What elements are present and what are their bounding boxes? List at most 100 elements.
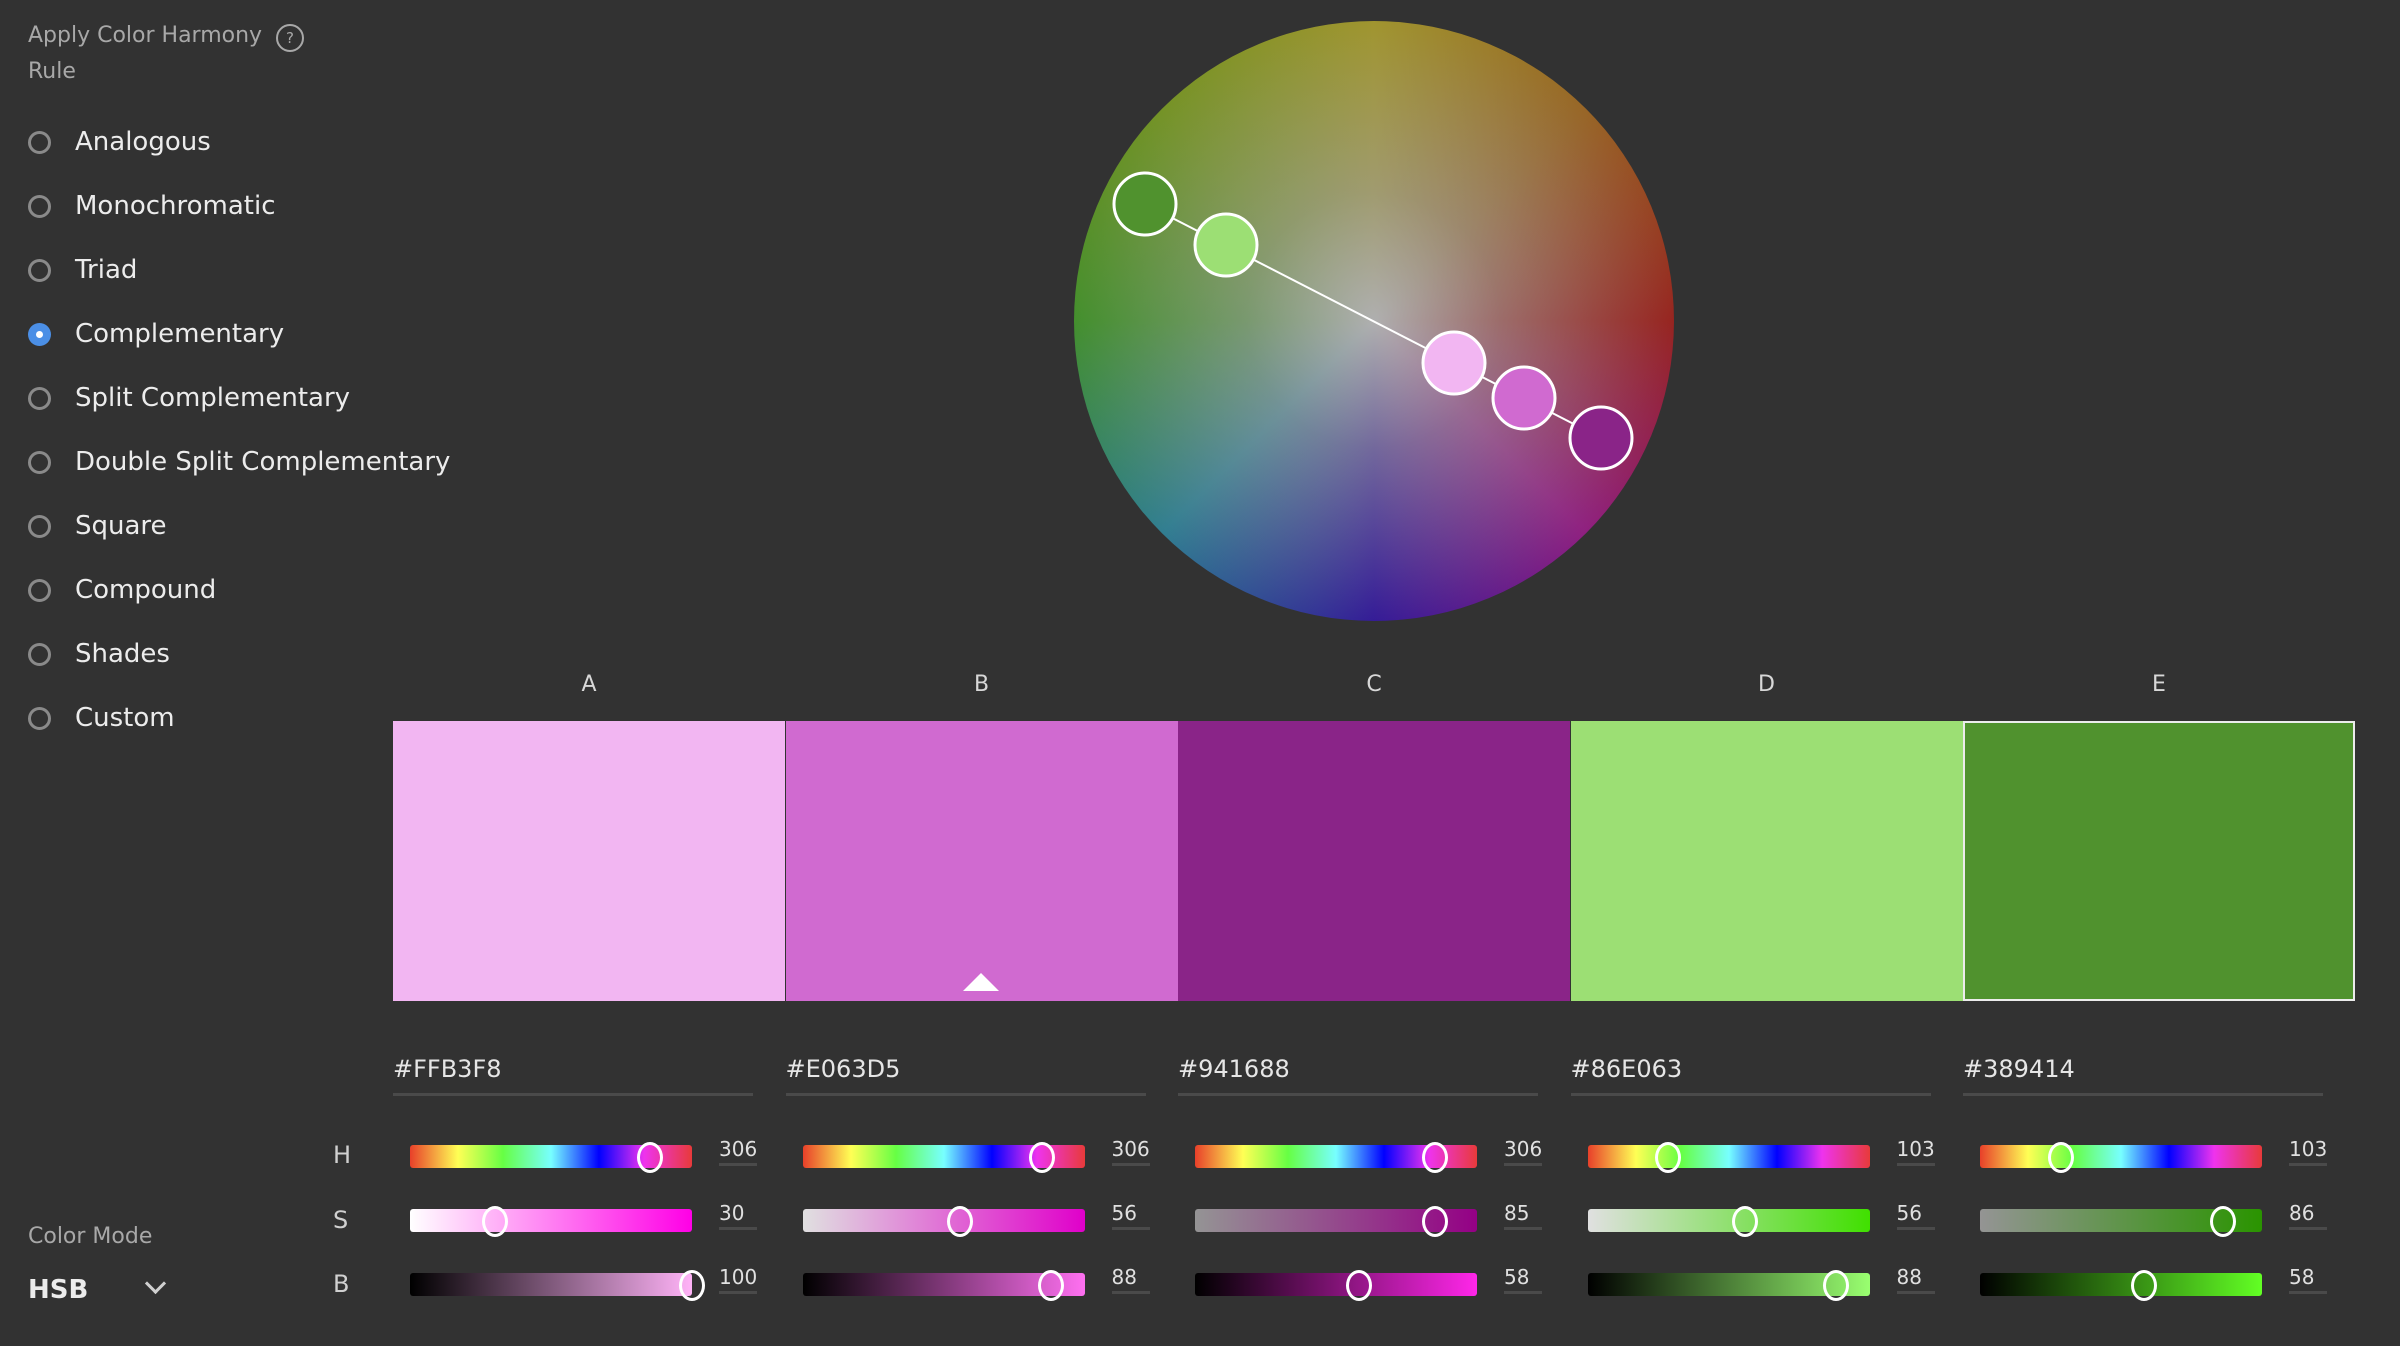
color-swatch-e[interactable] <box>1963 721 2355 1001</box>
slider-s-e[interactable] <box>1980 1206 2262 1237</box>
radio-split-complementary[interactable]: Split Complementary <box>28 378 350 418</box>
question-circle-icon[interactable]: ? <box>276 24 304 52</box>
radio-complementary[interactable]: Complementary <box>28 314 284 354</box>
row-label-h: H <box>333 1141 352 1169</box>
radio-button-icon[interactable] <box>28 322 51 346</box>
slider-thumb[interactable] <box>947 1206 974 1237</box>
color-wheel[interactable] <box>1074 21 1674 621</box>
value-b-b[interactable]: 88 <box>1111 1265 1150 1294</box>
swatch-label: D <box>1758 672 1775 697</box>
radio-double-split-complementary[interactable]: Double Split Complementary <box>28 442 450 482</box>
value-h-a[interactable]: 306 <box>719 1137 757 1166</box>
swatch-label: A <box>581 672 597 697</box>
slider-s-a[interactable] <box>410 1206 692 1237</box>
radio-button-icon[interactable] <box>28 706 51 730</box>
value-h-b[interactable]: 306 <box>1111 1137 1150 1166</box>
radio-label: Split Complementary <box>75 383 351 413</box>
value-s-a[interactable]: 30 <box>719 1201 757 1230</box>
value-b-e[interactable]: 58 <box>2289 1265 2327 1294</box>
radio-button-icon[interactable] <box>28 642 51 666</box>
value-s-e[interactable]: 86 <box>2289 1201 2327 1230</box>
swatch-label: B <box>973 672 990 697</box>
slider-thumb[interactable] <box>1029 1142 1056 1173</box>
slider-h-a[interactable] <box>410 1142 692 1173</box>
harmony-rule-title: Apply Color Harmony Rule <box>28 23 263 84</box>
color-swatch-b[interactable] <box>785 721 1178 1001</box>
radio-label: Monochromatic <box>75 191 276 221</box>
value-b-d[interactable]: 88 <box>1896 1265 1935 1294</box>
color-swatch-c[interactable] <box>1178 721 1570 1001</box>
radio-label: Double Split Complementary <box>75 447 451 477</box>
row-label-b: B <box>333 1270 350 1298</box>
radio-button-icon[interactable] <box>28 450 51 474</box>
hex-input[interactable]: #FFB3F8 <box>393 1055 753 1096</box>
value-h-c[interactable]: 306 <box>1504 1137 1542 1166</box>
slider-thumb[interactable] <box>1345 1270 1372 1301</box>
slider-thumb[interactable] <box>1732 1206 1759 1237</box>
radio-button-icon[interactable] <box>28 578 51 602</box>
radio-shades[interactable]: Shades <box>28 634 170 674</box>
value-s-d[interactable]: 56 <box>1896 1201 1935 1230</box>
color-swatch-d[interactable] <box>1570 721 1963 1001</box>
chevron-down-icon <box>144 1272 167 1295</box>
radio-button-icon[interactable] <box>28 386 51 410</box>
slider-s-b[interactable] <box>802 1206 1085 1237</box>
slider-thumb[interactable] <box>1421 1142 1448 1173</box>
slider-thumb[interactable] <box>1655 1142 1682 1173</box>
value-b-a[interactable]: 100 <box>719 1265 757 1294</box>
color-mode-label: Color Mode <box>28 1224 153 1249</box>
hex-input[interactable]: #941688 <box>1178 1055 1538 1096</box>
hex-input[interactable]: #E063D5 <box>785 1055 1146 1096</box>
base-color-marker-icon <box>963 973 999 991</box>
radio-monochromatic[interactable]: Monochromatic <box>28 186 276 226</box>
value-s-c[interactable]: 85 <box>1504 1201 1542 1230</box>
slider-thumb[interactable] <box>2047 1142 2074 1173</box>
radio-label: Analogous <box>75 127 211 157</box>
radio-label: Compound <box>75 575 217 605</box>
slider-s-d[interactable] <box>1587 1206 1870 1237</box>
radio-button-icon[interactable] <box>28 514 51 538</box>
slider-s-c[interactable] <box>1195 1206 1477 1237</box>
color-mode-dropdown[interactable]: HSB <box>28 1270 178 1310</box>
slider-thumb[interactable] <box>1421 1206 1448 1237</box>
slider-thumb[interactable] <box>1037 1270 1064 1301</box>
slider-h-b[interactable] <box>802 1142 1085 1173</box>
color-mode-value: HSB <box>28 1275 89 1305</box>
hex-input[interactable]: #86E063 <box>1570 1055 1931 1096</box>
value-h-e[interactable]: 103 <box>2289 1137 2327 1166</box>
radio-analogous[interactable]: Analogous <box>28 122 211 162</box>
radio-button-icon[interactable] <box>28 130 51 154</box>
hex-input[interactable]: #389414 <box>1963 1055 2323 1096</box>
slider-b-e[interactable] <box>1980 1270 2262 1301</box>
slider-thumb[interactable] <box>2130 1270 2157 1301</box>
slider-thumb[interactable] <box>481 1206 508 1237</box>
slider-thumb[interactable] <box>679 1270 705 1301</box>
radio-compound[interactable]: Compound <box>28 570 216 610</box>
radio-triad[interactable]: Triad <box>28 250 137 290</box>
radio-label: Shades <box>75 639 170 669</box>
radio-custom[interactable]: Custom <box>28 698 175 738</box>
swatch-label: E <box>2152 672 2166 697</box>
radio-button-icon[interactable] <box>28 194 51 218</box>
radio-square[interactable]: Square <box>28 506 167 546</box>
radio-label: Triad <box>75 255 138 285</box>
slider-h-e[interactable] <box>1980 1142 2262 1173</box>
slider-b-d[interactable] <box>1587 1270 1870 1301</box>
slider-h-d[interactable] <box>1587 1142 1870 1173</box>
slider-b-c[interactable] <box>1195 1270 1477 1301</box>
slider-h-c[interactable] <box>1195 1142 1477 1173</box>
radio-button-icon[interactable] <box>28 258 51 282</box>
slider-thumb[interactable] <box>636 1142 663 1173</box>
color-swatch-a[interactable] <box>393 721 785 1001</box>
swatch-label: C <box>1366 672 1382 697</box>
slider-b-b[interactable] <box>802 1270 1085 1301</box>
slider-thumb[interactable] <box>1822 1270 1849 1301</box>
row-label-s: S <box>333 1206 349 1234</box>
slider-thumb[interactable] <box>2209 1206 2236 1237</box>
radio-label: Custom <box>75 703 175 733</box>
value-s-b[interactable]: 56 <box>1111 1201 1150 1230</box>
value-h-d[interactable]: 103 <box>1896 1137 1935 1166</box>
slider-b-a[interactable] <box>410 1270 705 1301</box>
value-b-c[interactable]: 58 <box>1504 1265 1542 1294</box>
radio-label: Square <box>75 511 167 541</box>
